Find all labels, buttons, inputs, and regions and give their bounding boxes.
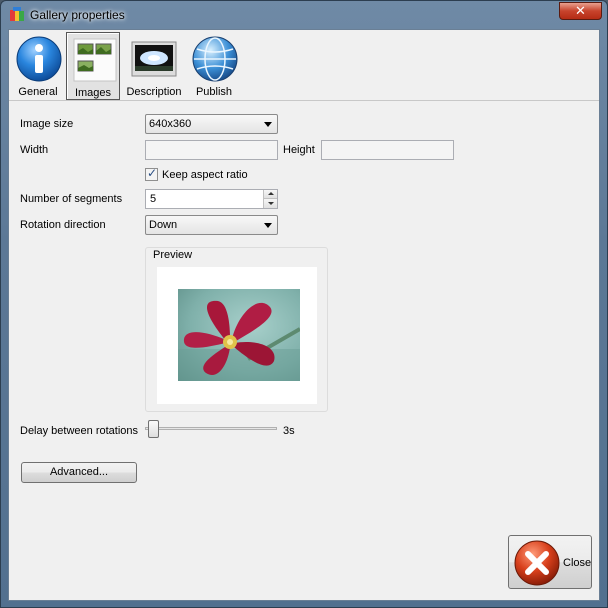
close-icon: ✕ bbox=[575, 3, 586, 18]
tab-images-label: Images bbox=[74, 87, 112, 99]
app-icon bbox=[10, 7, 24, 21]
segments-stepper[interactable]: 5 bbox=[145, 189, 278, 209]
delay-value: 3s bbox=[283, 425, 295, 437]
width-label: Width bbox=[20, 144, 49, 156]
flower-image bbox=[178, 300, 300, 381]
category-toolbar: General Images Description Publish bbox=[9, 30, 599, 100]
advanced-button-label: Advanced... bbox=[49, 466, 109, 478]
tab-images[interactable]: Images bbox=[66, 32, 120, 100]
rotation-select[interactable]: Down bbox=[145, 215, 278, 235]
close-button-label: Close bbox=[563, 557, 592, 569]
spin-up-icon[interactable] bbox=[264, 190, 277, 199]
tab-general-label: General bbox=[18, 86, 58, 98]
gallery-properties-window: Gallery properties ✕ General Images Desc… bbox=[0, 0, 608, 608]
image-size-value: 640x360 bbox=[149, 118, 192, 130]
advanced-button[interactable]: Advanced... bbox=[21, 462, 137, 483]
tab-description-label: Description bbox=[126, 86, 182, 98]
image-size-select[interactable]: 640x360 bbox=[145, 114, 278, 134]
segments-value: 5 bbox=[150, 193, 157, 205]
delay-slider-thumb[interactable] bbox=[148, 420, 159, 438]
chevron-down-icon bbox=[264, 122, 272, 127]
height-field[interactable] bbox=[321, 140, 454, 160]
width-field[interactable] bbox=[145, 140, 278, 160]
description-icon bbox=[131, 41, 177, 77]
height-label: Height bbox=[283, 144, 315, 156]
close-icon bbox=[514, 540, 560, 586]
title-bar[interactable]: Gallery properties ✕ bbox=[1, 1, 607, 29]
segments-label: Number of segments bbox=[20, 193, 123, 205]
keep-aspect-checkbox[interactable]: ✓ bbox=[145, 166, 158, 181]
delay-label: Delay between rotations bbox=[20, 425, 139, 437]
images-icon bbox=[73, 38, 117, 82]
tab-description[interactable]: Description bbox=[125, 32, 183, 100]
preview-canvas bbox=[157, 267, 317, 404]
tab-general[interactable]: General bbox=[11, 32, 65, 100]
globe-icon bbox=[192, 36, 238, 82]
spin-down-icon[interactable] bbox=[264, 199, 277, 208]
keep-aspect-label: Keep aspect ratio bbox=[162, 169, 248, 181]
image-size-label: Image size bbox=[20, 118, 74, 130]
checkmark-icon: ✓ bbox=[147, 166, 158, 180]
window-title: Gallery properties bbox=[30, 8, 125, 22]
tab-publish[interactable]: Publish bbox=[187, 32, 241, 100]
delay-slider-track[interactable] bbox=[145, 427, 277, 430]
preview-image bbox=[178, 289, 300, 381]
rotation-label: Rotation direction bbox=[20, 219, 106, 231]
close-button[interactable]: Close bbox=[508, 535, 592, 589]
preview-label: Preview bbox=[153, 249, 193, 261]
dialog-body: General Images Description Publish Image… bbox=[8, 29, 600, 601]
tab-publish-label: Publish bbox=[195, 86, 233, 98]
toolbar-divider bbox=[9, 100, 599, 101]
chevron-down-icon bbox=[264, 223, 272, 228]
info-icon bbox=[16, 36, 62, 82]
preview-group: Preview bbox=[145, 247, 328, 412]
segments-spin-buttons bbox=[263, 190, 277, 208]
rotation-value: Down bbox=[149, 219, 178, 231]
window-close-button[interactable]: ✕ bbox=[559, 2, 602, 20]
